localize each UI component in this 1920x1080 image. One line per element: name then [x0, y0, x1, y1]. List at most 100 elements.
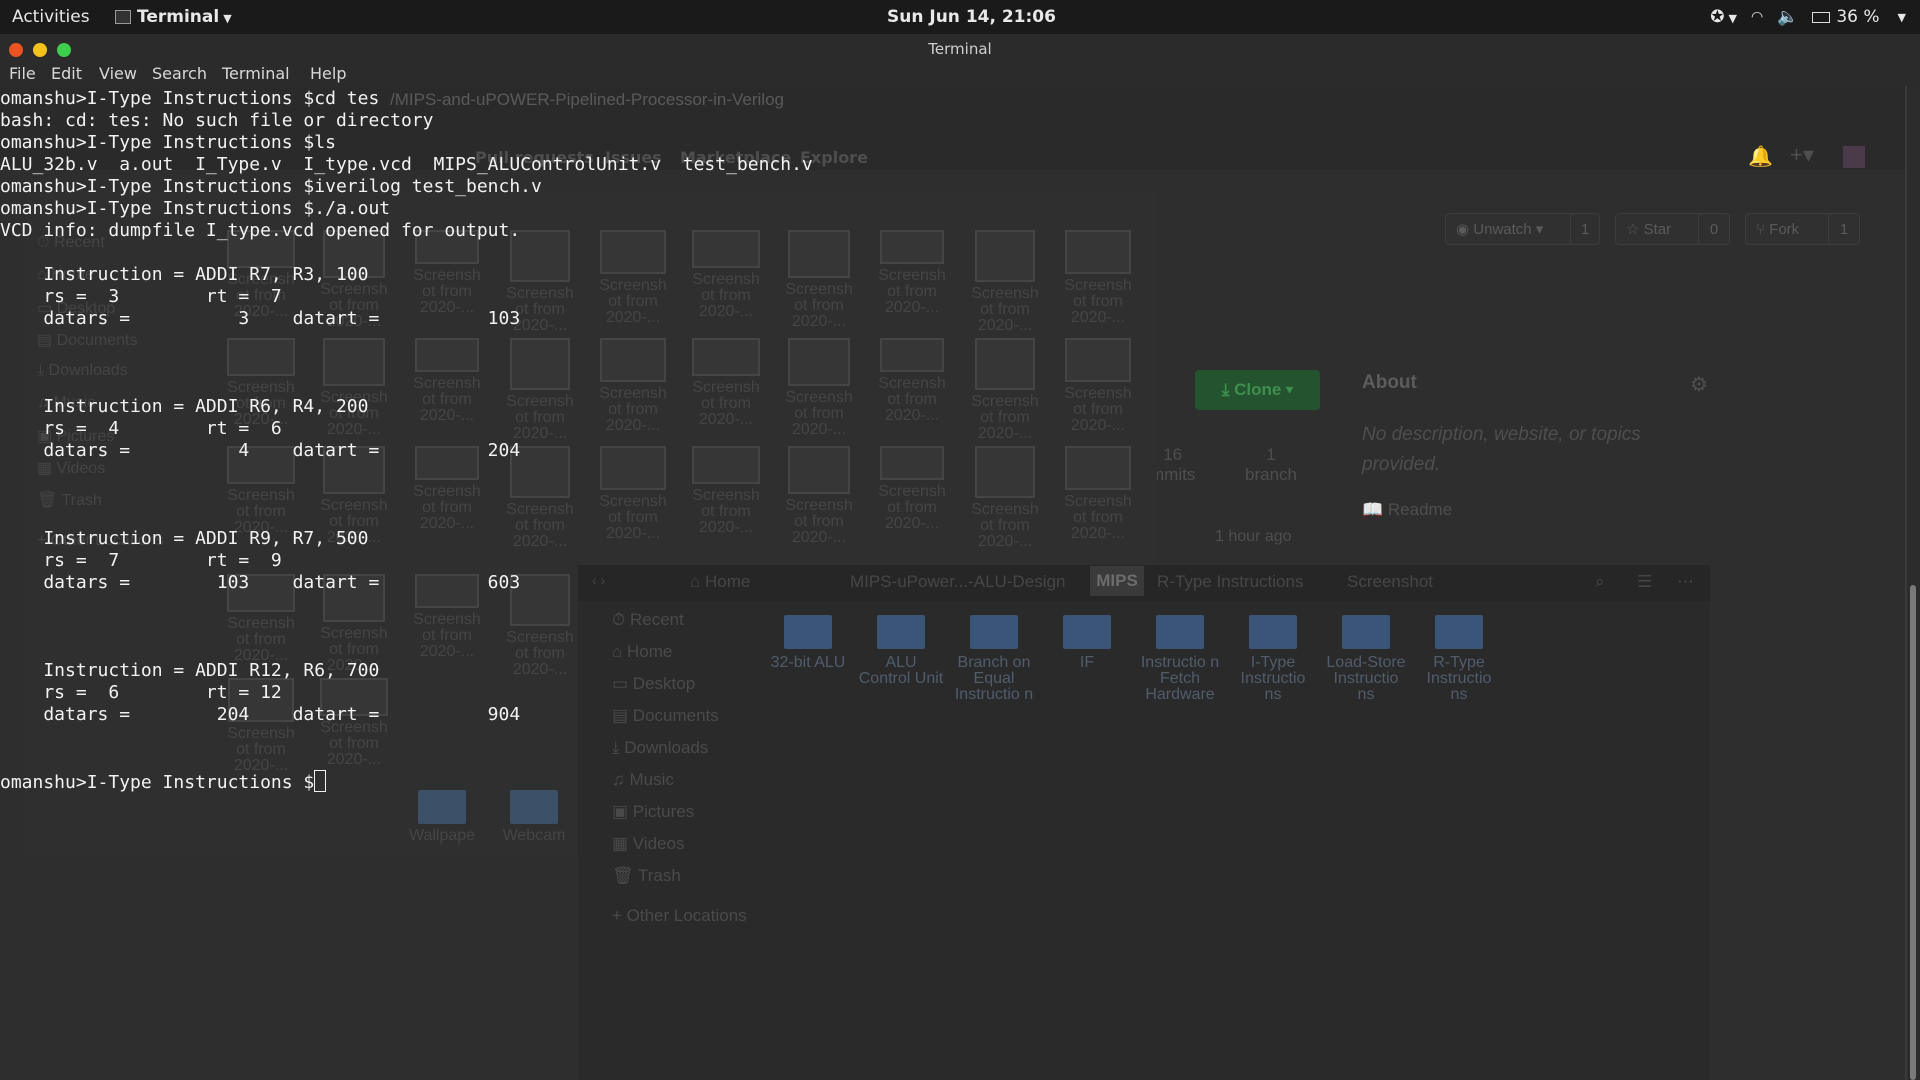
unwatch-count[interactable]: 1	[1570, 213, 1600, 245]
image-thumbnail-icon	[880, 230, 944, 264]
image-thumbnail-icon	[1065, 446, 1131, 490]
folder-item[interactable]: Load-Store Instructio ns	[1323, 615, 1409, 703]
screenshot-thumbnail[interactable]: Screensh ot from 2020-...	[1057, 446, 1139, 542]
folder-icon	[970, 615, 1018, 649]
folder-item[interactable]: IF	[1044, 615, 1130, 671]
screenshot-thumbnail[interactable]: Screensh ot from 2020-...	[964, 338, 1046, 442]
breadcrumb-r-type[interactable]: R-Type Instructions	[1157, 572, 1303, 592]
menu-help[interactable]: Help	[310, 64, 346, 83]
folder-item[interactable]: Instructio n Fetch Hardware	[1137, 615, 1223, 703]
scrollbar-thumb[interactable]	[1910, 585, 1916, 1080]
fork-count[interactable]: 1	[1828, 213, 1860, 245]
window-title: Terminal	[928, 40, 992, 58]
fork-button[interactable]: ⑂ Fork	[1745, 213, 1840, 245]
terminal-menubar: File Edit View Search Terminal Help	[0, 64, 1920, 86]
screenshot-thumbnail[interactable]: Screensh ot from 2020-...	[871, 446, 953, 532]
screenshot-thumbnail[interactable]: Screensh ot from 2020-...	[871, 338, 953, 424]
sidebar-item-other-locations[interactable]: + Other Locations	[612, 906, 747, 926]
terminal-line: rs = 3 rt = 7	[0, 286, 282, 307]
sidebar-item-videos[interactable]: ▦ Videos	[612, 834, 684, 854]
image-thumbnail-icon	[1065, 338, 1131, 382]
terminal-line: omanshu>I-Type Instructions $cd tes	[0, 88, 380, 109]
avatar[interactable]	[1843, 146, 1865, 168]
folder-item[interactable]: ALU Control Unit	[858, 615, 944, 687]
image-thumbnail-icon	[1065, 230, 1131, 274]
folder-item[interactable]: I-Type Instructio ns	[1230, 615, 1316, 703]
screenshot-thumbnail[interactable]: Screensh ot from 2020-...	[964, 446, 1046, 550]
folder-item[interactable]: Branch on Equal Instructio n	[951, 615, 1037, 703]
chevron-down-icon: ▼	[1897, 10, 1906, 24]
breadcrumb-mips[interactable]: MIPS	[1090, 566, 1144, 596]
menu-file[interactable]: File	[9, 64, 36, 83]
app-name: Terminal	[137, 7, 220, 27]
screenshot-thumbnail[interactable]: Screensh ot from 2020-...	[964, 230, 1046, 334]
breadcrumb-alu-design[interactable]: MIPS-uPower...-ALU-Design	[850, 572, 1065, 592]
terminal-line: datars = 204 datart = 904	[0, 704, 521, 725]
branch-link[interactable]: 1 branch	[1245, 445, 1297, 485]
terminal-line: Instruction = ADDI R9, R7, 500	[0, 528, 369, 549]
terminal-line: datars = 3 datart = 103	[0, 308, 521, 329]
folder-item[interactable]: Webcam	[493, 790, 575, 844]
system-tray[interactable]: ✪ ▼ ◠ 🔈 36 % ▼	[1710, 7, 1906, 27]
menu-search[interactable]: Search	[152, 64, 207, 83]
image-thumbnail-icon	[880, 446, 944, 480]
about-description: No description, website, or topics provi…	[1362, 424, 1641, 475]
clone-button[interactable]: ⤓ Clone ▾	[1195, 370, 1320, 410]
terminal-line: datars = 4 datart = 204	[0, 440, 521, 461]
star-count[interactable]: 0	[1698, 213, 1730, 245]
terminal-cursor	[314, 770, 327, 792]
screenshot-thumbnail[interactable]: Screensh ot from 2020-...	[1057, 230, 1139, 326]
bell-icon[interactable]: 🔔	[1748, 144, 1773, 169]
image-thumbnail-icon	[975, 338, 1035, 390]
breadcrumb-screenshot[interactable]: Screenshot	[1347, 572, 1433, 592]
unwatch-button[interactable]: ◉ Unwatch ▾	[1445, 213, 1585, 245]
terminal-prompt-line[interactable]: omanshu>I-Type Instructions $	[0, 770, 813, 793]
terminal-titlebar[interactable]: Terminal	[0, 34, 1920, 64]
menu-terminal[interactable]: Terminal	[222, 64, 290, 83]
clock[interactable]: Sun Jun 14, 21:06	[887, 7, 1056, 27]
gear-icon[interactable]: ⚙	[1690, 372, 1708, 397]
folder-item[interactable]: Wallpape	[401, 790, 483, 844]
sidebar-item-trash[interactable]: 🗑 Trash	[612, 866, 681, 886]
menu-view[interactable]: View	[99, 64, 137, 83]
thumbnail-label: Screensh ot from 2020-...	[971, 393, 1039, 442]
terminal-line: omanshu>I-Type Instructions $ls	[0, 132, 336, 153]
terminal-line: Instruction = ADDI R12, R6, 700	[0, 660, 380, 681]
app-menu-button[interactable]: Terminal ▼	[115, 7, 232, 27]
terminal-prompt: omanshu>I-Type Instructions $	[0, 772, 315, 793]
terminal-output[interactable]: omanshu>I-Type Instructions $cd tes bash:…	[0, 88, 813, 793]
screenshot-thumbnail[interactable]: Screensh ot from 2020-...	[1057, 338, 1139, 434]
about-heading: About	[1362, 372, 1417, 393]
star-button[interactable]: ☆ Star	[1615, 213, 1710, 245]
book-icon: 📖	[1362, 500, 1388, 519]
sidebar-item-pictures[interactable]: ▣ Pictures	[612, 802, 694, 822]
download-icon: ⤓	[1221, 380, 1235, 399]
menu-icon[interactable]: ⋯	[1677, 572, 1694, 592]
folder-icon	[877, 615, 925, 649]
terminal-line: bash: cd: tes: No such file or directory	[0, 110, 434, 131]
screenshot-thumbnail[interactable]: Screensh ot from 2020-...	[871, 230, 953, 316]
eye-icon: ◉	[1456, 221, 1474, 238]
terminal-line: omanshu>I-Type Instructions $iverilog te…	[0, 176, 542, 197]
thumbnail-label: Screensh ot from 2020-...	[878, 483, 946, 532]
folder-icon	[1156, 615, 1204, 649]
volume-icon: 🔈	[1777, 7, 1799, 27]
fork-icon: ⑂	[1756, 221, 1770, 238]
thumbnail-label: Screensh ot from 2020-...	[971, 285, 1039, 334]
chevron-down-icon: ▼	[223, 12, 232, 25]
readme-link[interactable]: 📖 Readme	[1362, 500, 1452, 520]
plus-icon[interactable]: +▾	[1790, 142, 1814, 168]
activities-button[interactable]: Activities	[12, 7, 90, 27]
folder-item[interactable]: R-Type Instructio ns	[1416, 615, 1502, 703]
image-thumbnail-icon	[880, 338, 944, 372]
folder-icon	[1435, 615, 1483, 649]
accessibility-icon[interactable]: ✪ ▼	[1710, 7, 1737, 27]
menu-edit[interactable]: Edit	[51, 64, 82, 83]
search-icon[interactable]: ⌕	[1595, 572, 1605, 592]
list-view-icon[interactable]: ☰	[1637, 572, 1652, 592]
